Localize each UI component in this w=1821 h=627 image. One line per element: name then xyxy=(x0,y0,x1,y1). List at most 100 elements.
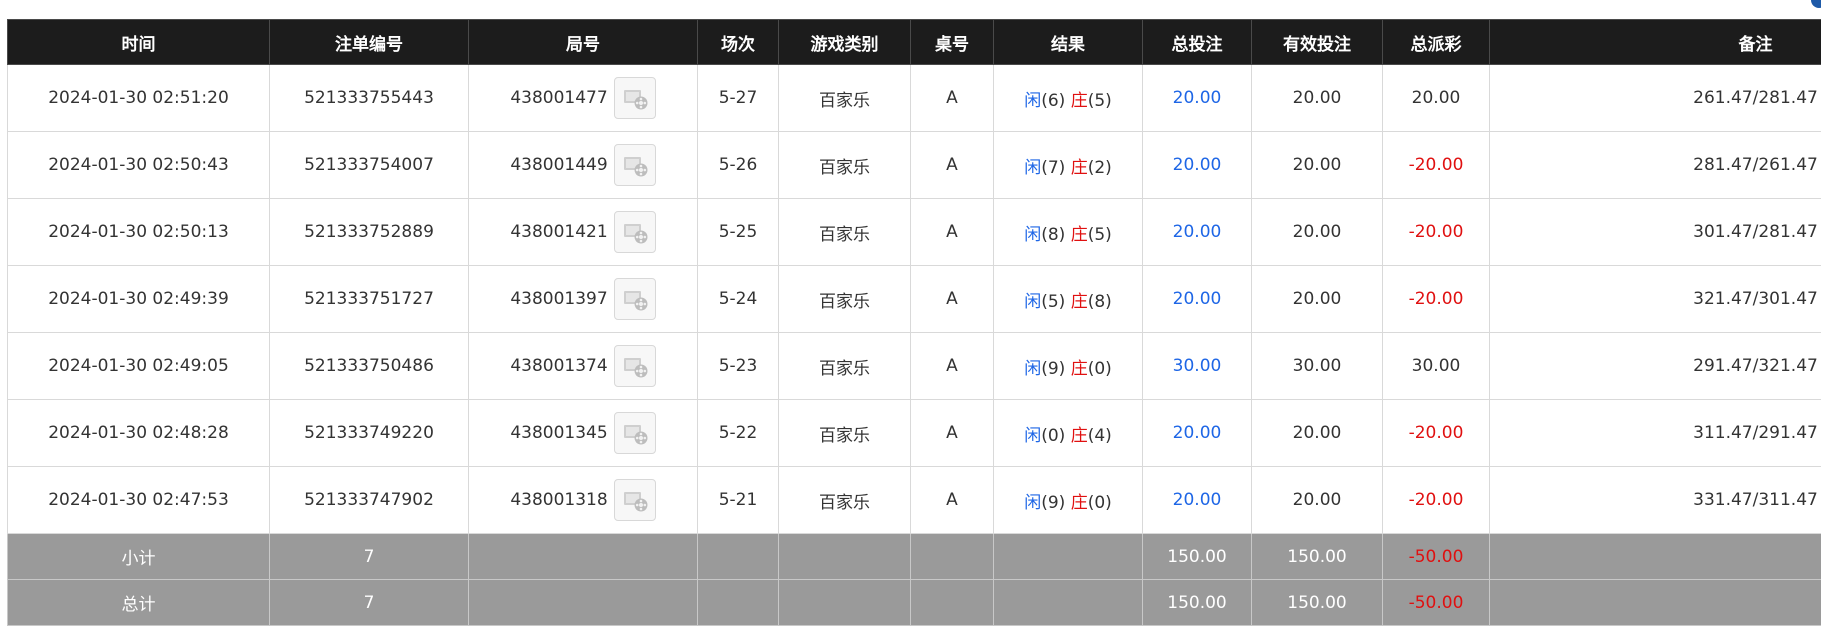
round-number: 438001345 xyxy=(510,423,608,443)
cell-time: 2024-01-30 02:47:53 xyxy=(7,466,270,534)
cell-result: 闲(9) 庄(0) xyxy=(993,466,1143,534)
result-player-label: 闲 xyxy=(1024,492,1042,513)
cell-table-no: A xyxy=(910,64,994,132)
cell-time: 2024-01-30 02:48:28 xyxy=(7,399,270,467)
table-row: 2024-01-30 02:49:39 521333751727 438001397… xyxy=(7,265,1821,333)
subtotal-row: 小计 7 150.00 150.00 -50.00 xyxy=(7,533,1821,580)
cell-result: 闲(9) 庄(0) xyxy=(993,332,1143,400)
video-replay-icon[interactable] xyxy=(613,144,656,186)
cell-total-bet: 20.00 xyxy=(1142,265,1252,333)
cell-session: 5-21 xyxy=(697,466,779,534)
cell-round: 438001374 xyxy=(468,332,698,400)
cell-table-no: A xyxy=(910,131,994,199)
cell-payout: -20.00 xyxy=(1382,399,1490,467)
table-row: 2024-01-30 02:47:53 521333747902 438001318… xyxy=(7,466,1821,534)
result-banker-value: (8) xyxy=(1087,291,1112,312)
cell-valid-bet: 20.00 xyxy=(1251,466,1383,534)
cell-result: 闲(6) 庄(5) xyxy=(993,64,1143,132)
cell-bet-no: 521333755443 xyxy=(269,64,469,132)
result-player-label: 闲 xyxy=(1024,90,1042,111)
cell-total-bet: 20.00 xyxy=(1142,399,1252,467)
cell-valid-bet: 20.00 xyxy=(1251,399,1383,467)
grandtotal-valid-bet: 150.00 xyxy=(1251,579,1383,626)
video-replay-icon[interactable] xyxy=(613,278,656,320)
video-replay-icon[interactable] xyxy=(613,345,656,387)
subtotal-label: 小计 xyxy=(7,533,270,580)
cell-round: 438001449 xyxy=(468,131,698,199)
result-banker-value: (5) xyxy=(1087,224,1112,245)
cell-total-bet: 20.00 xyxy=(1142,131,1252,199)
cell-remark: 301.47/281.47 xyxy=(1489,198,1821,266)
result-player-value: (9) xyxy=(1041,358,1066,379)
video-replay-icon[interactable] xyxy=(613,77,656,119)
cell-remark: 261.47/281.47 xyxy=(1489,64,1821,132)
cell-bet-no: 521333747902 xyxy=(269,466,469,534)
header-row: 时间 注单编号 局号 场次 游戏类别 桌号 结果 总投注 有效投注 总派彩 备注 xyxy=(7,19,1821,65)
cell-table-no: A xyxy=(910,198,994,266)
video-replay-icon[interactable] xyxy=(613,211,656,253)
cell-round: 438001477 xyxy=(468,64,698,132)
result-player-value: (6) xyxy=(1041,90,1066,111)
col-header-time: 时间 xyxy=(7,19,270,65)
video-replay-icon[interactable] xyxy=(613,479,656,521)
cell-valid-bet: 20.00 xyxy=(1251,131,1383,199)
cell-payout: -20.00 xyxy=(1382,466,1490,534)
cell-session: 5-24 xyxy=(697,265,779,333)
col-header-valid-bet: 有效投注 xyxy=(1251,19,1383,65)
result-player-value: (0) xyxy=(1041,425,1066,446)
subtotal-valid-bet: 150.00 xyxy=(1251,533,1383,580)
table-body: 2024-01-30 02:51:20 521333755443 438001477… xyxy=(7,64,1821,534)
cell-game-type: 百家乐 xyxy=(778,265,911,333)
result-player-value: (8) xyxy=(1041,224,1066,245)
col-header-session: 场次 xyxy=(697,19,779,65)
result-banker-label: 庄 xyxy=(1070,492,1088,513)
result-player-value: (7) xyxy=(1041,157,1066,178)
cell-game-type: 百家乐 xyxy=(778,131,911,199)
cell-table-no: A xyxy=(910,332,994,400)
cell-result: 闲(7) 庄(2) xyxy=(993,131,1143,199)
video-replay-icon[interactable] xyxy=(613,412,656,454)
round-number: 438001374 xyxy=(510,356,608,376)
bet-records-table: 时间 注单编号 局号 场次 游戏类别 桌号 结果 总投注 有效投注 总派彩 备注… xyxy=(7,19,1821,626)
col-header-payout: 总派彩 xyxy=(1382,19,1490,65)
cell-session: 5-22 xyxy=(697,399,779,467)
cell-payout: -20.00 xyxy=(1382,198,1490,266)
round-number: 438001421 xyxy=(510,222,608,242)
cell-bet-no: 521333752889 xyxy=(269,198,469,266)
grandtotal-payout: -50.00 xyxy=(1382,579,1490,626)
cell-total-bet: 20.00 xyxy=(1142,198,1252,266)
cell-session: 5-23 xyxy=(697,332,779,400)
cell-table-no: A xyxy=(910,466,994,534)
round-number: 438001318 xyxy=(510,490,608,510)
col-header-game-type: 游戏类别 xyxy=(778,19,911,65)
cell-round: 438001345 xyxy=(468,399,698,467)
cell-result: 闲(5) 庄(8) xyxy=(993,265,1143,333)
result-banker-label: 庄 xyxy=(1070,157,1088,178)
result-player-label: 闲 xyxy=(1024,224,1042,245)
cell-remark: 291.47/321.47 xyxy=(1489,332,1821,400)
cell-time: 2024-01-30 02:49:39 xyxy=(7,265,270,333)
bet-records-table-container: 时间 注单编号 局号 场次 游戏类别 桌号 结果 总投注 有效投注 总派彩 备注… xyxy=(7,19,1821,626)
cell-time: 2024-01-30 02:50:43 xyxy=(7,131,270,199)
cell-remark: 321.47/301.47 xyxy=(1489,265,1821,333)
grandtotal-row: 总计 7 150.00 150.00 -50.00 xyxy=(7,579,1821,626)
corner-badge xyxy=(1811,0,1821,8)
cell-table-no: A xyxy=(910,399,994,467)
result-banker-value: (0) xyxy=(1087,358,1112,379)
cell-total-bet: 20.00 xyxy=(1142,466,1252,534)
result-banker-value: (5) xyxy=(1087,90,1112,111)
subtotal-total-bet: 150.00 xyxy=(1142,533,1252,580)
cell-game-type: 百家乐 xyxy=(778,466,911,534)
result-player-label: 闲 xyxy=(1024,358,1042,379)
result-player-label: 闲 xyxy=(1024,291,1042,312)
cell-payout: -20.00 xyxy=(1382,131,1490,199)
cell-valid-bet: 30.00 xyxy=(1251,332,1383,400)
cell-round: 438001397 xyxy=(468,265,698,333)
result-banker-value: (4) xyxy=(1087,425,1112,446)
cell-time: 2024-01-30 02:51:20 xyxy=(7,64,270,132)
table-row: 2024-01-30 02:49:05 521333750486 438001374… xyxy=(7,332,1821,400)
cell-payout: 20.00 xyxy=(1382,64,1490,132)
round-number: 438001449 xyxy=(510,155,608,175)
result-banker-label: 庄 xyxy=(1070,358,1088,379)
grandtotal-label: 总计 xyxy=(7,579,270,626)
